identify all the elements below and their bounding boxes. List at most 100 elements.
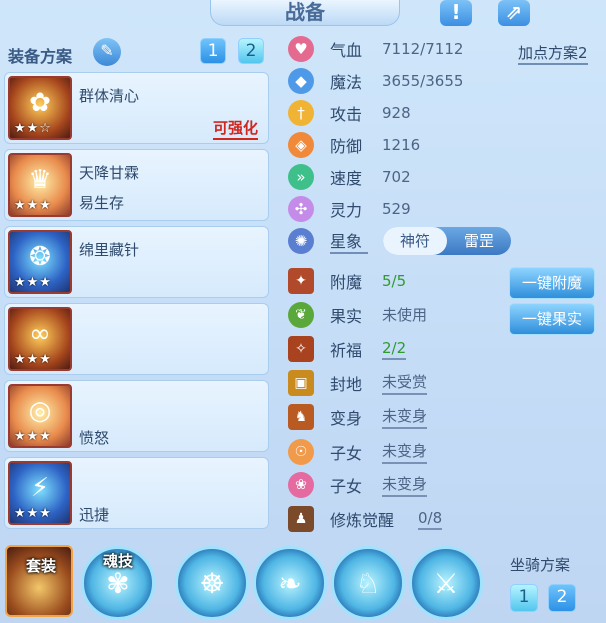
- feature-fief[interactable]: ▣ 封地 未受赏: [288, 368, 428, 398]
- star-image-toggle[interactable]: 神符 雷罡: [383, 227, 511, 255]
- feature-transform[interactable]: ♞ 变身 未变身: [288, 402, 428, 432]
- skill-slot-3[interactable]: ♘: [331, 546, 405, 620]
- equip-plan-tab-2[interactable]: 2: [238, 38, 264, 64]
- feature-label: 附魔: [330, 273, 363, 292]
- feature-label: 修炼觉醒: [330, 511, 395, 530]
- feature-label: 子女: [330, 477, 363, 496]
- feature-value: 未使用: [382, 306, 428, 324]
- stat-label: 灵力: [330, 201, 363, 220]
- skill-slot-4[interactable]: ⚔: [409, 546, 483, 620]
- one-click-enchant-button[interactable]: 一键附魔: [509, 267, 595, 299]
- stat-defense: ◈ 防御 1216: [288, 131, 420, 159]
- equipment-card-6[interactable]: ⚡ ★★★ 迅捷: [4, 457, 269, 529]
- share-icon[interactable]: ⇗: [498, 0, 530, 26]
- heart-icon: ♥: [288, 36, 314, 62]
- mount-plan-tab-1[interactable]: 1: [510, 584, 538, 612]
- equipment-icon: ◎ ★★★: [8, 384, 72, 448]
- feature-blessing[interactable]: ✧ 祈福 2/2: [288, 334, 407, 364]
- skill-slot-2[interactable]: ❧: [253, 546, 327, 620]
- feature-value: 5/5: [382, 271, 407, 290]
- feature-label: 变身: [330, 409, 363, 428]
- star-image-row: ✺ 星象: [288, 227, 368, 255]
- spirit-icon: ✣: [288, 196, 314, 222]
- star-rating: ★★★: [14, 275, 52, 290]
- equipment-card-1[interactable]: ✿ ★★☆ 群体清心 可强化: [4, 72, 269, 144]
- equipment-effect: 愤怒: [79, 429, 110, 447]
- blessing-icon: ✧: [288, 336, 314, 362]
- feature-label: 封地: [330, 375, 363, 394]
- equip-plan-label: 装备方案: [8, 47, 73, 66]
- equipment-icon: ∞ ★★★: [8, 307, 72, 371]
- equipment-name: 天降甘霖: [79, 164, 140, 182]
- equipment-effect: 易生存: [79, 194, 125, 212]
- monk-icon: ☸: [199, 567, 225, 600]
- warrior-icon: ⚔: [433, 567, 459, 600]
- set-slot[interactable]: 套装: [5, 545, 73, 617]
- feature-label: 子女: [330, 444, 363, 463]
- add-point-plan-link[interactable]: 加点方案2: [518, 42, 588, 65]
- equipment-name: 绵里藏针: [79, 241, 140, 259]
- feature-child-2[interactable]: ❀ 子女 未变身: [288, 470, 428, 500]
- equipment-card-2[interactable]: ♛ ★★★ 天降甘霖 易生存: [4, 149, 269, 221]
- beast-icon: ♘: [355, 567, 381, 600]
- mount-plan-tab-2[interactable]: 2: [548, 584, 576, 612]
- stat-label: 速度: [330, 169, 363, 188]
- edit-icon[interactable]: ✎: [93, 38, 121, 66]
- feature-enchant[interactable]: ✦ 附魔 5/5: [288, 266, 406, 296]
- stat-value: 3655/3655: [382, 72, 464, 90]
- equipment-effect: 迅捷: [79, 506, 110, 524]
- stat-value: 1216: [382, 136, 421, 154]
- equip-plan-tab-1[interactable]: 1: [200, 38, 226, 64]
- transform-icon: ♞: [288, 404, 314, 430]
- feature-value[interactable]: 未变身: [382, 405, 428, 429]
- feature-fruit[interactable]: ❦ 果实 未使用: [288, 300, 427, 330]
- fruit-icon: ❦: [288, 302, 314, 328]
- star-rating: ★★★: [14, 506, 52, 521]
- stat-label: 气血: [330, 41, 363, 60]
- stat-speed: » 速度 702: [288, 163, 411, 191]
- star-rating: ★★★: [14, 429, 52, 444]
- equipment-icon: ✿ ★★☆: [8, 76, 72, 140]
- toggle-option-shenfu[interactable]: 神符: [383, 227, 447, 255]
- stat-mana: ◆ 魔法 3655/3655: [288, 67, 463, 95]
- child-boy-icon: ☉: [288, 439, 314, 465]
- star-icon: ✺: [288, 228, 314, 254]
- feature-child-1[interactable]: ☉ 子女 未变身: [288, 437, 428, 467]
- stat-value: 529: [382, 200, 411, 218]
- upgrade-link[interactable]: 可强化: [212, 117, 258, 140]
- page-title: 战备: [210, 0, 400, 26]
- stat-value: 928: [382, 104, 411, 122]
- one-click-fruit-button[interactable]: 一键果实: [509, 303, 595, 335]
- star-rating: ★★★: [14, 352, 52, 367]
- feature-cultivation[interactable]: ♟ 修炼觉醒 0/8: [288, 504, 443, 534]
- equipment-name: 群体清心: [79, 87, 140, 105]
- stat-value: 7112/7112: [382, 40, 464, 58]
- feature-label: 果实: [330, 307, 363, 326]
- fief-icon: ▣: [288, 370, 314, 396]
- toggle-option-leigang[interactable]: 雷罡: [447, 227, 511, 255]
- exclamation-icon[interactable]: !: [440, 0, 472, 26]
- equipment-card-3[interactable]: ❂ ★★★ 绵里藏针: [4, 226, 269, 298]
- child-girl-icon: ❀: [288, 472, 314, 498]
- feature-value[interactable]: 未变身: [382, 473, 428, 497]
- feature-value[interactable]: 未受赏: [382, 371, 428, 395]
- skill-slot-1[interactable]: ☸: [175, 546, 249, 620]
- defense-icon: ◈: [288, 132, 314, 158]
- equipment-card-5[interactable]: ◎ ★★★ 愤怒: [4, 380, 269, 452]
- cultivation-icon: ♟: [288, 506, 314, 532]
- feature-value[interactable]: 0/8: [418, 509, 443, 530]
- equipment-card-4[interactable]: ∞ ★★★: [4, 303, 269, 375]
- stat-hp: ♥ 气血 7112/7112: [288, 35, 463, 63]
- equipment-icon: ❂ ★★★: [8, 230, 72, 294]
- stat-attack: † 攻击 928: [288, 99, 411, 127]
- star-rating: ★★★: [14, 198, 52, 213]
- mana-icon: ◆: [288, 68, 314, 94]
- attack-icon: †: [288, 100, 314, 126]
- stat-value: 702: [382, 168, 411, 186]
- star-image-label[interactable]: 星象: [330, 228, 368, 254]
- mount-plan-label: 坐骑方案: [510, 556, 571, 574]
- stat-label: 魔法: [330, 73, 363, 92]
- feature-value: 2/2: [382, 339, 407, 360]
- feature-value[interactable]: 未变身: [382, 440, 428, 464]
- leaf-icon: ❧: [278, 567, 302, 600]
